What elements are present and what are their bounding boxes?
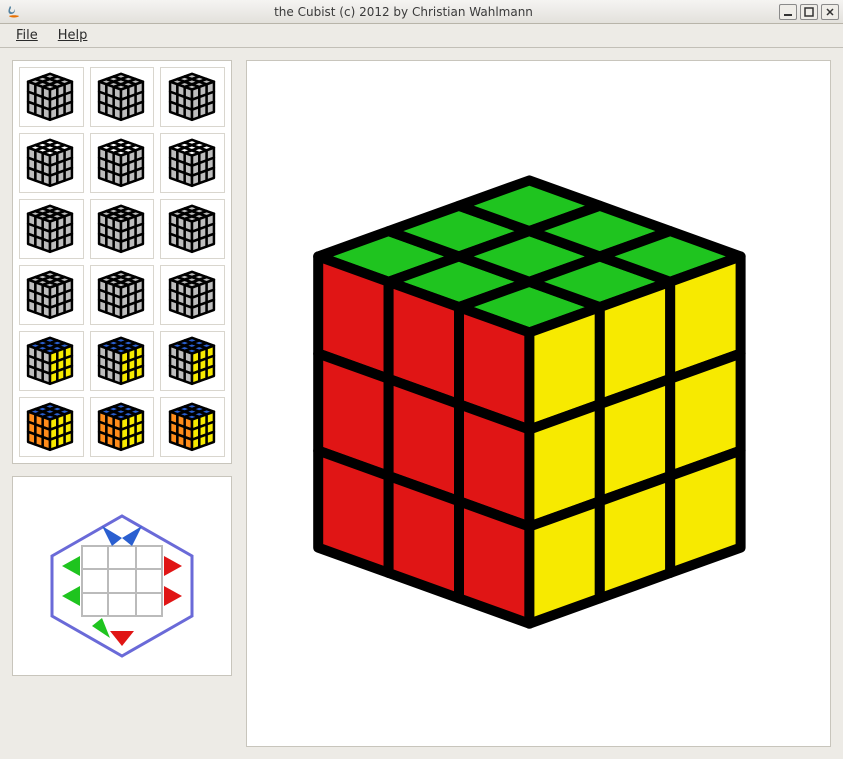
step-thumb-step-3a[interactable] bbox=[19, 199, 84, 259]
step-thumb-step-2b[interactable] bbox=[90, 133, 155, 193]
window-title: the Cubist (c) 2012 by Christian Wahlman… bbox=[28, 5, 779, 19]
menu-file-label: File bbox=[16, 28, 38, 43]
step-thumb-step-1b[interactable] bbox=[90, 67, 155, 127]
step-thumb-step-3c[interactable] bbox=[160, 199, 225, 259]
step-thumb-step-6a[interactable] bbox=[19, 397, 84, 457]
left-column bbox=[12, 60, 232, 747]
steps-grid bbox=[19, 67, 225, 457]
close-button[interactable] bbox=[821, 4, 839, 20]
maximize-button[interactable] bbox=[800, 4, 818, 20]
cube-layout-icon[interactable] bbox=[32, 486, 212, 666]
menu-help[interactable]: Help bbox=[48, 26, 98, 45]
step-thumb-step-3b[interactable] bbox=[90, 199, 155, 259]
client-area bbox=[0, 48, 843, 759]
step-thumb-step-4b[interactable] bbox=[90, 265, 155, 325]
menu-file[interactable]: File bbox=[6, 26, 48, 45]
step-thumb-step-6b[interactable] bbox=[90, 397, 155, 457]
step-thumb-step-5b[interactable] bbox=[90, 331, 155, 391]
preview-panel bbox=[12, 476, 232, 676]
step-thumb-step-2c[interactable] bbox=[160, 133, 225, 193]
step-thumb-step-4c[interactable] bbox=[160, 265, 225, 325]
window-controls bbox=[779, 4, 839, 20]
step-thumb-step-5a[interactable] bbox=[19, 331, 84, 391]
java-app-icon bbox=[6, 4, 22, 20]
step-thumb-step-4a[interactable] bbox=[19, 265, 84, 325]
step-thumb-step-1a[interactable] bbox=[19, 67, 84, 127]
step-thumb-step-5c[interactable] bbox=[160, 331, 225, 391]
step-thumb-step-2a[interactable] bbox=[19, 133, 84, 193]
step-thumb-step-1c[interactable] bbox=[160, 67, 225, 127]
minimize-button[interactable] bbox=[779, 4, 797, 20]
titlebar: the Cubist (c) 2012 by Christian Wahlman… bbox=[0, 0, 843, 24]
step-thumb-step-6c[interactable] bbox=[160, 397, 225, 457]
menubar: File Help bbox=[0, 24, 843, 48]
steps-panel bbox=[12, 60, 232, 464]
main-cube-icon bbox=[299, 144, 779, 664]
main-cube-view[interactable] bbox=[246, 60, 831, 747]
menu-help-label: Help bbox=[58, 28, 88, 43]
